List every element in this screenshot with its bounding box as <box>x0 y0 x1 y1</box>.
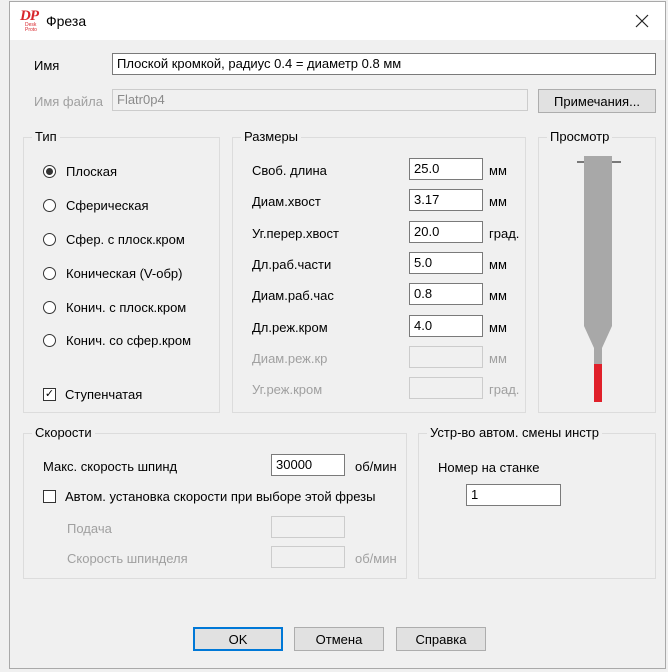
atc-group-title: Устр-во автом. смены инстр <box>427 425 602 441</box>
type-option-2[interactable]: Сферическая <box>43 196 149 214</box>
radio-dot <box>46 167 53 175</box>
preview-neck <box>594 348 602 364</box>
title-bar: DP Desk Proto Фреза <box>10 2 665 40</box>
type-group-title: Тип <box>32 129 60 145</box>
app-logo-icon: DP Desk Proto <box>20 8 42 33</box>
speeds-group: Скорости Макс. скорость шпинд 30000 об/м… <box>23 425 407 579</box>
preview-cutting-tip <box>594 364 602 402</box>
dim-input-4[interactable]: 5.0 <box>409 251 483 274</box>
max-spindle-input[interactable]: 30000 <box>271 454 345 476</box>
name-label: Имя <box>34 58 60 73</box>
dim-unit-3: град. <box>489 225 520 241</box>
type-option-1[interactable]: Плоская <box>43 162 117 180</box>
dim-unit-7: мм <box>489 350 507 366</box>
dim-label-6: Дл.реж.кром <box>252 319 328 335</box>
dim-label-4: Дл.раб.части <box>252 256 332 272</box>
spindle-speed-unit: об/мин <box>355 551 397 566</box>
machine-number-label: Номер на станке <box>438 460 540 475</box>
dim-input-8[interactable] <box>409 377 483 400</box>
radio-icon <box>43 232 56 246</box>
preview-shank <box>584 156 612 326</box>
dim-unit-4: мм <box>489 256 507 272</box>
filename-label: Имя файла <box>34 94 103 109</box>
window-title: Фреза <box>46 13 87 29</box>
stepped-checkbox[interactable]: ✓ Ступенчатая <box>43 385 142 403</box>
auto-speed-check-icon <box>43 489 56 503</box>
dim-label-1: Своб. длина <box>252 163 327 178</box>
dim-input-1[interactable]: 25.0 <box>409 158 483 180</box>
logo-subtext: Desk Proto <box>25 22 37 33</box>
atc-group: Устр-во автом. смены инстр Номер на стан… <box>418 425 656 579</box>
dimensions-group: Размеры Своб. длина 25.0 мм Диам.хвост 3.17 м… <box>232 129 526 413</box>
radio-icon <box>43 198 56 212</box>
cancel-button[interactable]: Отмена <box>294 627 384 651</box>
radio-icon <box>43 300 56 314</box>
dim-label-5: Диам.раб.час <box>252 288 334 304</box>
radio-selected-icon <box>43 164 56 178</box>
close-button[interactable] <box>619 2 665 40</box>
dim-unit-8: град. <box>489 382 520 398</box>
stepped-label: Ступенчатая <box>65 386 143 402</box>
type-option-label: Сфер. с плоск.кром <box>66 231 185 247</box>
notes-button[interactable]: Примечания... <box>538 89 656 113</box>
dim-label-3: Уг.перер.хвост <box>252 225 339 241</box>
type-group: Тип Плоская Сферическая Сфер. с плоск.кром… <box>23 129 220 413</box>
dim-unit-5: мм <box>489 288 507 304</box>
dimensions-group-title: Размеры <box>241 129 302 145</box>
ok-button[interactable]: OK <box>193 627 283 651</box>
type-option-label: Коническая (V-обр) <box>66 265 183 281</box>
feed-label: Подача <box>67 521 112 536</box>
speeds-group-title: Скорости <box>32 425 95 441</box>
type-option-5[interactable]: Конич. с плоск.кром <box>43 298 186 316</box>
dim-unit-1: мм <box>489 163 507 178</box>
dim-input-2[interactable]: 3.17 <box>409 189 483 212</box>
filename-input[interactable]: Flatr0p4 <box>112 89 528 111</box>
type-option-label: Конич. со сфер.кром <box>66 332 192 348</box>
dim-input-6[interactable]: 4.0 <box>409 314 483 337</box>
tool-preview-image <box>577 156 621 402</box>
type-option-label: Плоская <box>66 163 118 179</box>
dim-input-3[interactable]: 20.0 <box>409 220 483 243</box>
help-button[interactable]: Справка <box>396 627 486 651</box>
name-input[interactable]: Плоской кромкой, радиус 0.4 = диаметр 0.… <box>112 53 656 75</box>
preview-taper <box>584 326 612 348</box>
dim-unit-2: мм <box>489 194 507 210</box>
machine-number-input[interactable]: 1 <box>466 484 561 506</box>
type-option-label: Сферическая <box>66 197 149 213</box>
dim-input-7[interactable] <box>409 345 483 368</box>
type-option-6[interactable]: Конич. со сфер.кром <box>43 331 191 349</box>
dim-label-8: Уг.реж.кром <box>252 382 323 398</box>
feed-input[interactable] <box>271 516 345 538</box>
max-spindle-unit: об/мин <box>355 459 397 474</box>
dim-label-2: Диам.хвост <box>252 194 321 210</box>
auto-speed-checkbox[interactable]: Автом. установка скорости при выборе это… <box>43 487 375 505</box>
close-icon <box>635 14 649 28</box>
preview-group: Просмотр <box>538 129 656 413</box>
tool-dialog: DP Desk Proto Фреза Имя Плоской кромкой,… <box>9 1 666 669</box>
type-option-3[interactable]: Сфер. с плоск.кром <box>43 230 185 248</box>
type-option-label: Конич. с плоск.кром <box>66 299 187 315</box>
dim-input-5[interactable]: 0.8 <box>409 283 483 306</box>
auto-speed-label: Автом. установка скорости при выборе это… <box>65 488 376 504</box>
dim-label-7: Диам.реж.кр <box>252 350 328 366</box>
radio-icon <box>43 333 56 347</box>
spindle-speed-label: Скорость шпинделя <box>67 551 188 566</box>
max-spindle-label: Макс. скорость шпинд <box>43 459 178 474</box>
radio-icon <box>43 266 56 280</box>
stepped-check-icon: ✓ <box>43 387 56 401</box>
dim-unit-6: мм <box>489 319 507 335</box>
type-option-4[interactable]: Коническая (V-обр) <box>43 264 182 282</box>
spindle-speed-input[interactable] <box>271 546 345 568</box>
